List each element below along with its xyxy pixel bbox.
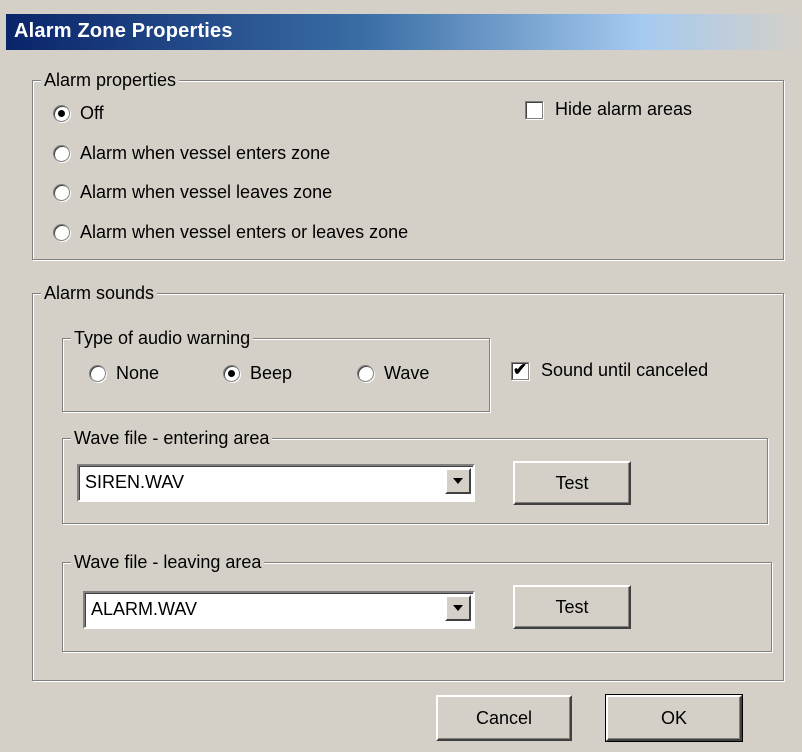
sound-until-canceled-checkbox[interactable]: ✔ Sound until canceled (511, 360, 708, 381)
radio-beep-control[interactable] (223, 365, 240, 382)
radio-beep[interactable]: Beep (223, 363, 292, 384)
radio-leaves-zone-label: Alarm when vessel leaves zone (80, 182, 333, 202)
radio-wave-label: Wave (384, 363, 430, 383)
wave-entering-combo[interactable]: SIREN.WAV (77, 464, 475, 502)
ok-button[interactable]: OK (605, 694, 743, 742)
dialog-body: Alarm properties Off Alarm when vessel e… (6, 50, 802, 752)
alarm-sounds-legend: Alarm sounds (41, 282, 158, 304)
alarm-properties-legend: Alarm properties (41, 69, 180, 91)
radio-off-control[interactable] (53, 105, 70, 122)
radio-selected-dot (228, 370, 235, 377)
wave-leaving-group: Wave file - leaving area ALARM.WAV Test (62, 551, 772, 652)
title-bar[interactable]: Alarm Zone Properties (0, 0, 802, 50)
radio-enters-zone[interactable]: Alarm when vessel enters zone (53, 143, 330, 164)
audio-warning-group: Type of audio warning None Beep Wave (62, 327, 490, 412)
test-entering-button[interactable]: Test (513, 461, 631, 505)
test-leaving-button[interactable]: Test (513, 585, 631, 629)
radio-wave-control[interactable] (357, 365, 374, 382)
radio-leaves-zone-control[interactable] (53, 184, 70, 201)
audio-warning-legend: Type of audio warning (71, 327, 254, 349)
radio-wave[interactable]: Wave (357, 363, 429, 384)
wave-entering-group: Wave file - entering area SIREN.WAV Test (62, 427, 768, 524)
radio-selected-dot (58, 110, 65, 117)
radio-enters-or-leaves-zone-control[interactable] (53, 224, 70, 241)
radio-enters-zone-control[interactable] (53, 145, 70, 162)
hide-alarm-areas-checkbox[interactable]: Hide alarm areas (525, 99, 692, 120)
radio-enters-zone-label: Alarm when vessel enters zone (80, 143, 331, 163)
alarm-properties-group: Alarm properties Off Alarm when vessel e… (32, 69, 784, 260)
chevron-down-icon (453, 478, 463, 484)
wave-leaving-legend: Wave file - leaving area (71, 551, 265, 573)
radio-enters-or-leaves-zone[interactable]: Alarm when vessel enters or leaves zone (53, 222, 408, 243)
dialog-title: Alarm Zone Properties (14, 20, 233, 42)
radio-leaves-zone[interactable]: Alarm when vessel leaves zone (53, 182, 332, 203)
wave-entering-legend: Wave file - entering area (71, 427, 273, 449)
checkmark-icon: ✔ (512, 359, 528, 379)
radio-none-control[interactable] (89, 365, 106, 382)
radio-beep-label: Beep (250, 363, 293, 383)
sound-until-canceled-box[interactable]: ✔ (511, 359, 529, 380)
radio-none[interactable]: None (89, 363, 159, 384)
radio-none-label: None (116, 363, 160, 383)
wave-entering-dropdown-button[interactable] (445, 468, 471, 494)
wave-leaving-value: ALARM.WAV (91, 599, 198, 619)
wave-leaving-dropdown-button[interactable] (445, 595, 471, 621)
hide-alarm-areas-label: Hide alarm areas (555, 99, 693, 119)
radio-off-label: Off (80, 103, 104, 123)
radio-enters-or-leaves-zone-label: Alarm when vessel enters or leaves zone (80, 222, 409, 242)
hide-alarm-areas-box[interactable] (525, 100, 543, 119)
title-bar-gradient: Alarm Zone Properties (6, 14, 802, 50)
sound-until-canceled-label: Sound until canceled (541, 360, 709, 380)
wave-entering-value: SIREN.WAV (85, 472, 185, 492)
alarm-sounds-group: Alarm sounds Type of audio warning None … (32, 282, 784, 681)
wave-leaving-combo[interactable]: ALARM.WAV (83, 591, 475, 629)
cancel-button[interactable]: Cancel (436, 695, 572, 741)
radio-off[interactable]: Off (53, 103, 104, 124)
chevron-down-icon (453, 605, 463, 611)
